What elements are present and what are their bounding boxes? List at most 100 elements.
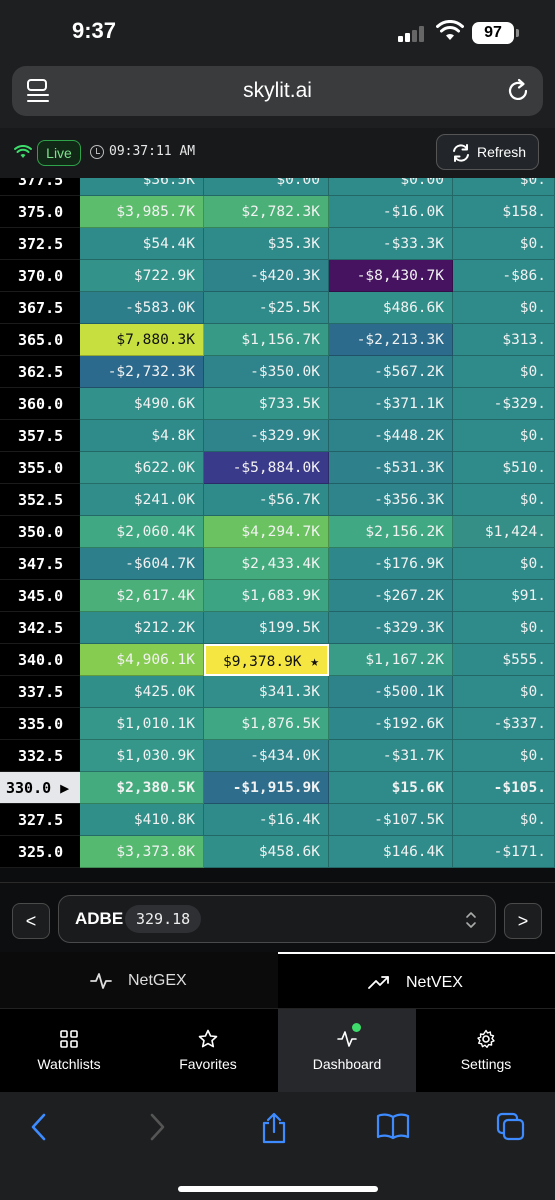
tab-netvex[interactable]: NetVEX — [278, 952, 555, 1008]
exposure-cell[interactable]: $0. — [453, 548, 555, 580]
exposure-cell[interactable]: $0. — [453, 420, 555, 452]
exposure-cell[interactable]: $313. — [453, 324, 555, 356]
exposure-cell[interactable]: $722.9K — [80, 260, 204, 292]
exposure-cell[interactable]: -$434.0K — [204, 740, 329, 772]
table-row[interactable]: 377.5 $36.5K $0.00 $0.00 $0. — [0, 178, 555, 196]
table-row[interactable]: 335.0 $1,010.1K $1,876.5K -$192.6K -$337. — [0, 708, 555, 740]
table-row[interactable]: 327.5 $410.8K -$16.4K -$107.5K $0. — [0, 804, 555, 836]
table-row[interactable]: 357.5 $4.8K -$329.9K -$448.2K $0. — [0, 420, 555, 452]
exposure-cell[interactable]: $7,880.3K — [80, 324, 204, 356]
exposure-cell[interactable]: $3,373.8K — [80, 836, 204, 868]
reload-icon[interactable] — [505, 78, 531, 104]
exposure-cell[interactable]: $1,010.1K — [80, 708, 204, 740]
exposure-cell[interactable]: $622.0K — [80, 452, 204, 484]
exposure-cell[interactable]: $490.6K — [80, 388, 204, 420]
refresh-button[interactable]: Refresh — [436, 134, 539, 170]
exposure-cell[interactable]: $510. — [453, 452, 555, 484]
exposure-cell[interactable]: -$337. — [453, 708, 555, 740]
exposure-cell[interactable]: $0. — [453, 804, 555, 836]
exposure-cell[interactable]: -$356.3K — [329, 484, 453, 516]
exposure-cell[interactable]: -$448.2K — [329, 420, 453, 452]
exposure-cell[interactable]: $0.00 — [204, 178, 329, 196]
table-row[interactable]: 345.0 $2,617.4K $1,683.9K -$267.2K $91. — [0, 580, 555, 612]
exposure-cell[interactable]: -$86. — [453, 260, 555, 292]
exposure-cell[interactable]: $2,433.4K — [204, 548, 329, 580]
exposure-cell[interactable]: -$192.6K — [329, 708, 453, 740]
exposure-cell[interactable]: $1,030.9K — [80, 740, 204, 772]
tab-netgex[interactable]: NetGEX — [0, 952, 277, 1008]
exposure-cell[interactable]: -$16.0K — [329, 196, 453, 228]
back-icon[interactable] — [28, 1112, 50, 1142]
exposure-cell[interactable]: $15.6K — [329, 772, 453, 804]
exposure-cell[interactable]: $0. — [453, 292, 555, 324]
exposure-cell[interactable]: $2,617.4K — [80, 580, 204, 612]
exposure-cell[interactable]: $1,424. — [453, 516, 555, 548]
exposure-cell[interactable]: -$2,732.3K — [80, 356, 204, 388]
exposure-cell[interactable]: $146.4K — [329, 836, 453, 868]
table-row[interactable]: 365.0 $7,880.3K $1,156.7K -$2,213.3K $313. — [0, 324, 555, 356]
exposure-cell[interactable]: $0. — [453, 356, 555, 388]
exposure-cell[interactable]: $212.2K — [80, 612, 204, 644]
exposure-cell[interactable]: -$350.0K — [204, 356, 329, 388]
exposure-cell[interactable]: $54.4K — [80, 228, 204, 260]
exposure-cell[interactable]: $2,782.3K — [204, 196, 329, 228]
exposure-cell[interactable]: -$329.3K — [329, 612, 453, 644]
exposure-cell[interactable]: -$5,884.0K — [204, 452, 329, 484]
address-bar[interactable]: skylit.ai — [12, 66, 543, 116]
exposure-cell[interactable]: -$420.3K — [204, 260, 329, 292]
exposure-cell[interactable]: $0. — [453, 676, 555, 708]
exposure-cell[interactable]: $241.0K — [80, 484, 204, 516]
exposure-cell[interactable]: -$8,430.7K — [329, 260, 453, 292]
exposure-cell[interactable]: -$16.4K — [204, 804, 329, 836]
nav-favorites[interactable]: Favorites — [139, 1009, 277, 1093]
exposure-cell[interactable]: $4.8K — [80, 420, 204, 452]
exposure-cell[interactable]: $0.00 — [329, 178, 453, 196]
exposure-cell[interactable]: $425.0K — [80, 676, 204, 708]
exposure-cell[interactable]: -$56.7K — [204, 484, 329, 516]
share-icon[interactable] — [260, 1112, 288, 1144]
exposure-cell[interactable]: -$171. — [453, 836, 555, 868]
nav-settings[interactable]: Settings — [417, 1009, 555, 1093]
exposure-cell[interactable]: -$329. — [453, 388, 555, 420]
table-row[interactable]: 355.0 $622.0K -$5,884.0K -$531.3K $510. — [0, 452, 555, 484]
bookmarks-icon[interactable] — [376, 1112, 410, 1140]
tabs-icon[interactable] — [496, 1112, 526, 1142]
table-row[interactable]: 332.5 $1,030.9K -$434.0K -$31.7K $0. — [0, 740, 555, 772]
nav-dashboard[interactable]: Dashboard — [278, 1009, 416, 1093]
exposure-cell[interactable]: -$1,915.9K — [204, 772, 329, 804]
exposure-cell[interactable]: -$2,213.3K — [329, 324, 453, 356]
exposure-cell[interactable]: $1,167.2K — [329, 644, 453, 676]
exposure-cell[interactable]: $486.6K — [329, 292, 453, 324]
table-row[interactable]: 325.0 $3,373.8K $458.6K $146.4K -$171. — [0, 836, 555, 868]
exposure-cell[interactable]: $9,378.9K ★ — [204, 644, 329, 676]
table-row[interactable]: 347.5 -$604.7K $2,433.4K -$176.9K $0. — [0, 548, 555, 580]
exposure-cell[interactable]: $733.5K — [204, 388, 329, 420]
exposure-cell[interactable]: -$583.0K — [80, 292, 204, 324]
exposure-cell[interactable]: -$176.9K — [329, 548, 453, 580]
exposure-cell[interactable]: -$567.2K — [329, 356, 453, 388]
exposure-cell[interactable]: $2,060.4K — [80, 516, 204, 548]
exposure-cell[interactable]: -$329.9K — [204, 420, 329, 452]
exposure-cell[interactable]: $1,156.7K — [204, 324, 329, 356]
exposure-cell[interactable]: $35.3K — [204, 228, 329, 260]
exposure-cell[interactable]: -$25.5K — [204, 292, 329, 324]
exposure-cell[interactable]: -$31.7K — [329, 740, 453, 772]
exposure-cell[interactable]: $158. — [453, 196, 555, 228]
exposure-cell[interactable]: $1,876.5K — [204, 708, 329, 740]
url-text[interactable]: skylit.ai — [12, 79, 543, 103]
exposure-cell[interactable]: -$531.3K — [329, 452, 453, 484]
exposure-cell[interactable]: $0. — [453, 484, 555, 516]
exposure-cell[interactable]: $3,985.7K — [80, 196, 204, 228]
exposure-cell[interactable]: $1,683.9K — [204, 580, 329, 612]
exposure-cell[interactable]: -$107.5K — [329, 804, 453, 836]
exposure-cell[interactable]: $0. — [453, 228, 555, 260]
exposure-cell[interactable]: -$33.3K — [329, 228, 453, 260]
exposure-cell[interactable]: $2,380.5K — [80, 772, 204, 804]
table-row[interactable]: 350.0 $2,060.4K $4,294.7K $2,156.2K $1,424. — [0, 516, 555, 548]
nav-watchlists[interactable]: Watchlists — [0, 1009, 138, 1093]
exposure-cell[interactable]: -$500.1K — [329, 676, 453, 708]
table-row[interactable]: 340.0 $4,906.1K $9,378.9K ★ $1,167.2K $555. — [0, 644, 555, 676]
exposure-cell[interactable]: -$371.1K — [329, 388, 453, 420]
table-row[interactable]: 362.5 -$2,732.3K -$350.0K -$567.2K $0. — [0, 356, 555, 388]
exposure-cell[interactable]: -$267.2K — [329, 580, 453, 612]
